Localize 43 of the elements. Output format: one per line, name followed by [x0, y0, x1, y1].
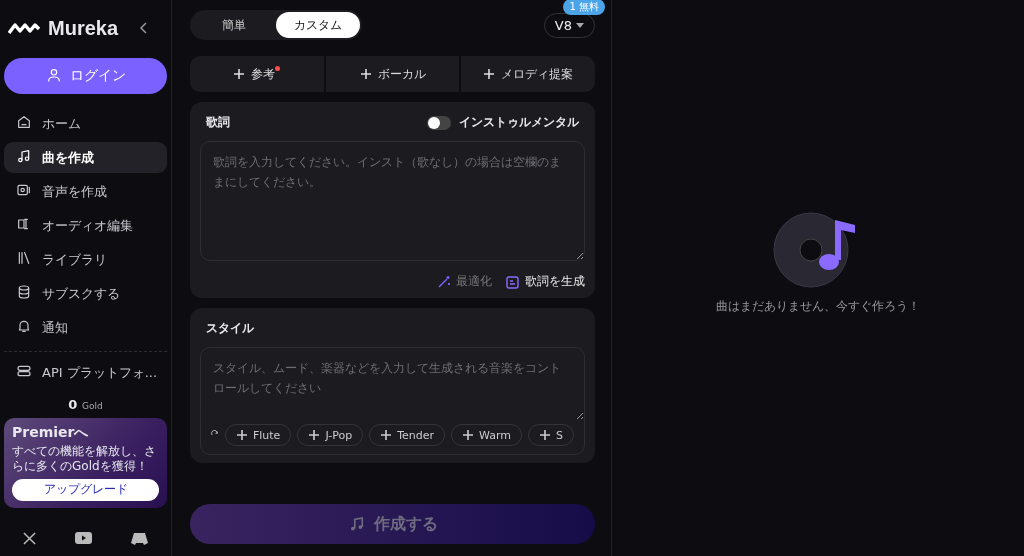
login-button[interactable]: ログイン — [4, 58, 167, 94]
sidebar-item[interactable]: サブスクする — [4, 278, 167, 309]
plus-icon — [380, 429, 393, 441]
sidebar-item[interactable]: API プラットフォ... — [4, 357, 167, 388]
generate-lyrics-button[interactable]: 歌詞を生成 — [506, 273, 585, 290]
empty-message: 曲はまだありません、今すぐ作ろう！ — [716, 297, 920, 315]
x-icon[interactable] — [23, 531, 37, 545]
instrumental-label: インストゥルメンタル — [459, 114, 579, 131]
style-title: スタイル — [206, 320, 254, 337]
coin-balance: 0 Gold — [67, 397, 104, 412]
plus-icon — [539, 429, 551, 441]
free-badge: 1 無料 — [563, 0, 605, 15]
optimize-button[interactable]: 最適化 — [437, 273, 492, 290]
plus-icon — [483, 68, 496, 80]
mode-tab[interactable]: カスタム — [276, 12, 360, 38]
video-icon[interactable] — [75, 532, 92, 544]
sidebar-item[interactable]: 曲を作成 — [4, 142, 167, 173]
plus-icon — [233, 68, 246, 80]
promo-title: Premierへ — [12, 424, 90, 442]
sidebar-item[interactable]: ライブラリ — [4, 244, 167, 275]
plus-icon — [235, 429, 248, 441]
instrumental-toggle[interactable] — [427, 115, 451, 130]
magic-wand-icon — [437, 274, 451, 289]
promo-text: すべての機能を解放し、さらに多くのGoldを獲得！ — [12, 444, 157, 474]
add-button[interactable]: ボーカル — [325, 56, 460, 92]
collapse-icon[interactable] — [140, 22, 149, 34]
app-logo: Mureka — [48, 16, 119, 40]
sidebar-item[interactable]: ホーム — [4, 108, 167, 139]
sidebar-item[interactable]: オーディオ編集 — [4, 210, 167, 241]
add-button[interactable]: メロディ提案 — [461, 56, 595, 92]
lyrics-field[interactable]: 歌詞を入力してください。インスト（歌なし）の場合は空欄のままにしてください。 — [200, 141, 585, 261]
upgrade-button[interactable]: アップグレード — [12, 478, 159, 501]
sidebar-item[interactable]: 音声を作成 — [4, 176, 167, 207]
add-button[interactable]: 参考 — [190, 56, 324, 92]
mode-tab[interactable]: 簡単 — [192, 12, 276, 38]
caret-icon — [576, 22, 584, 28]
plus-icon — [462, 429, 475, 441]
plus-icon — [359, 68, 372, 80]
sidebar-item[interactable]: 通知 — [4, 312, 167, 343]
plus-icon — [308, 429, 321, 441]
lyrics-title: 歌詞 — [206, 114, 230, 131]
logo-icon — [8, 21, 40, 35]
style-field[interactable]: スタイル、ムード、楽器などを入力して生成される音楽をコントロールしてください Flute J-Pop Tender Warm S — [200, 347, 585, 455]
